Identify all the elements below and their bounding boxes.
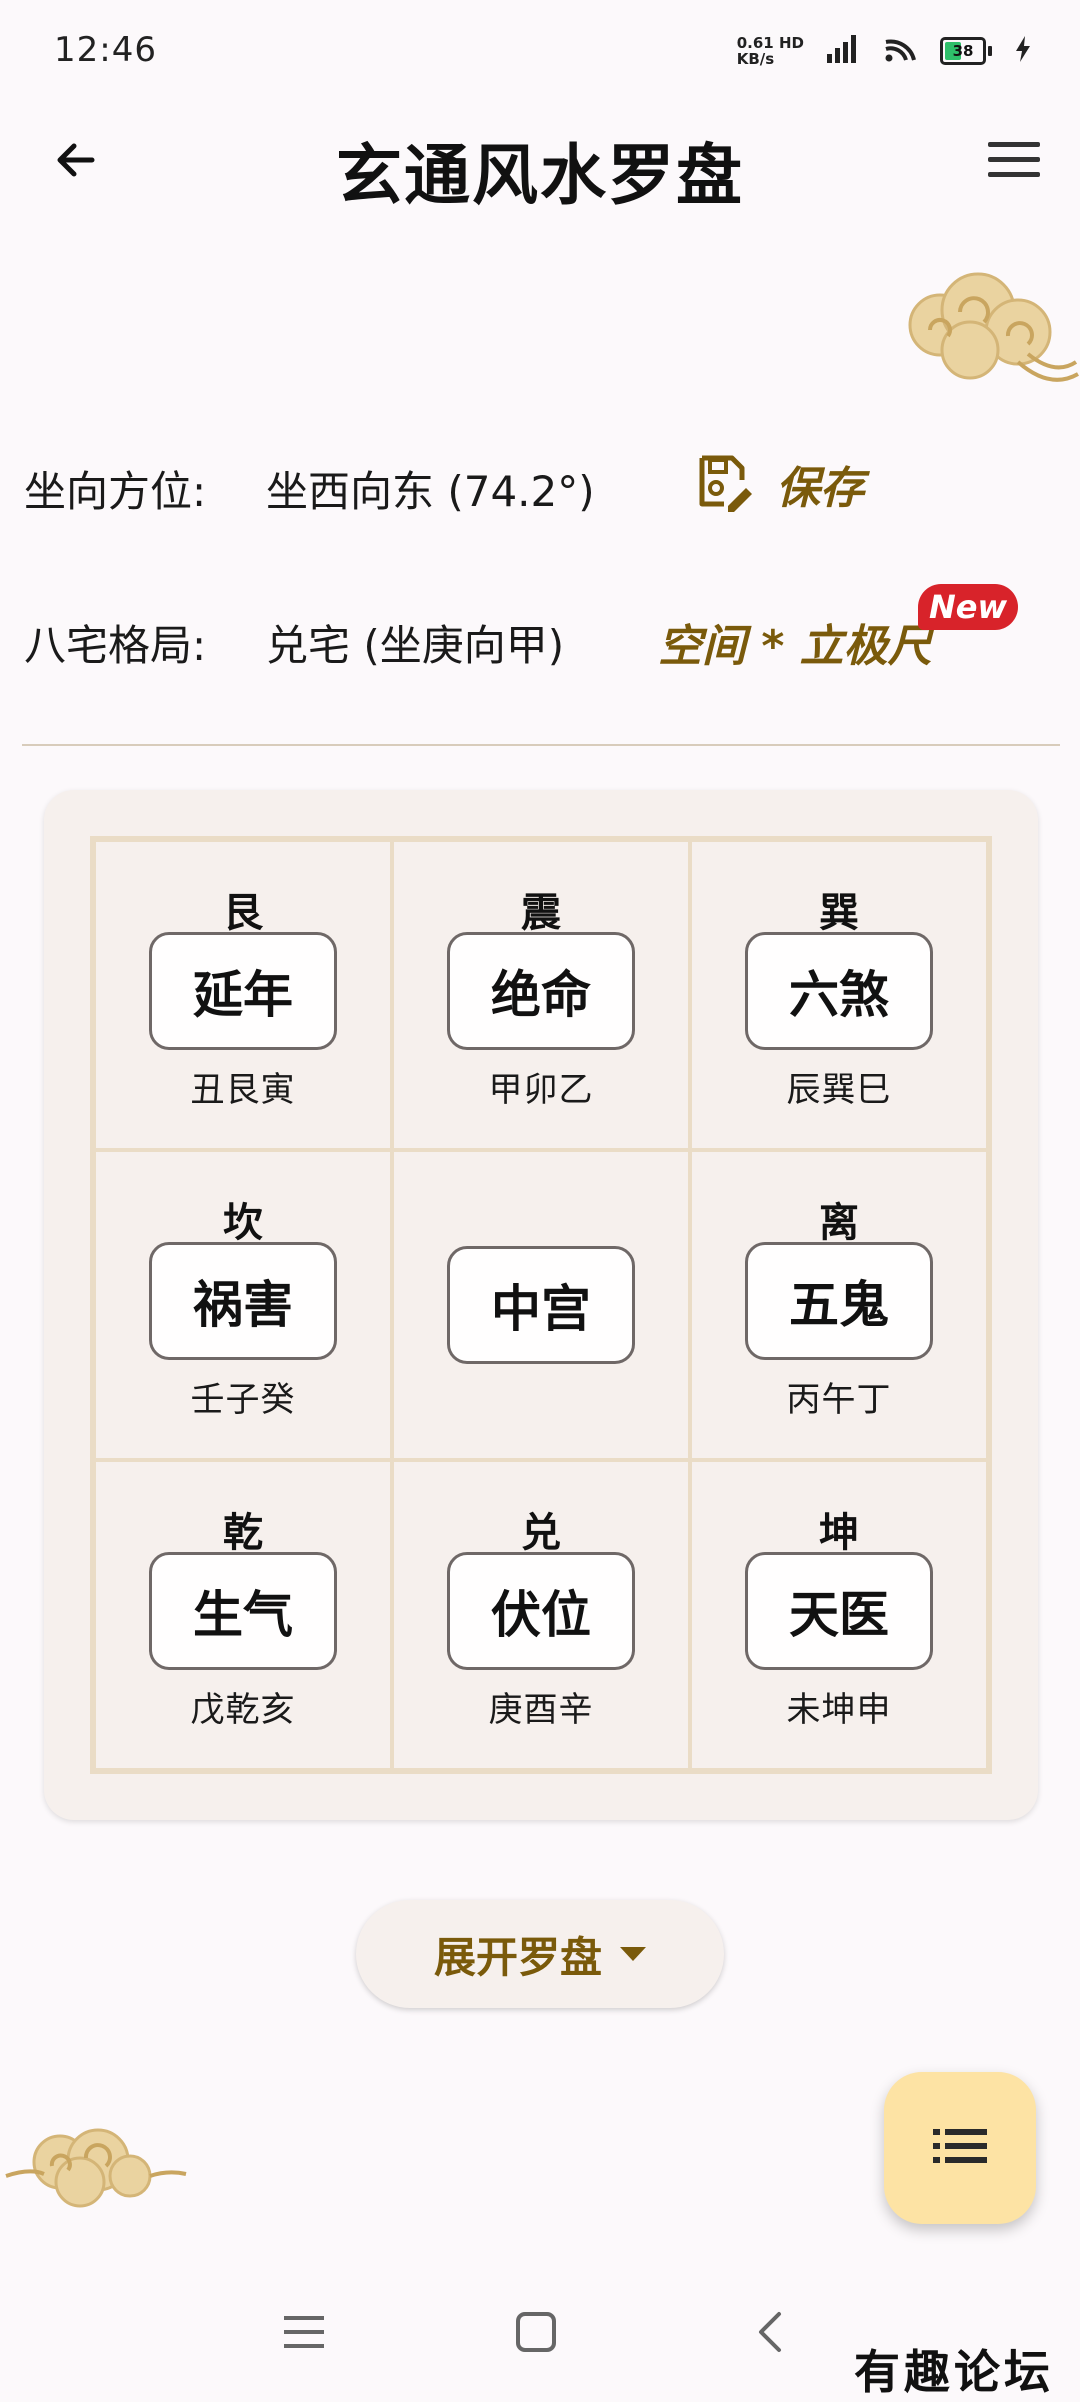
mountains-label: 丙午丁	[786, 1380, 892, 1420]
recents-button[interactable]	[244, 2268, 364, 2400]
trigram-label: 兑	[521, 1510, 561, 1556]
orientation-value: 坐西向东 (74.2°)	[266, 467, 595, 516]
trigram-label: 艮	[223, 890, 263, 936]
star-box[interactable]: 祸害	[149, 1242, 337, 1360]
grid-cell-zhen: 震 绝命 甲卯乙	[392, 840, 690, 1150]
mountains-label: 壬子癸	[190, 1380, 296, 1420]
net-type: HD	[778, 34, 804, 52]
star-box[interactable]: 生气	[149, 1552, 337, 1670]
grid-cell-kun: 坤 天医 未坤申	[690, 1460, 988, 1770]
star-box[interactable]: 延年	[149, 932, 337, 1050]
new-badge: New	[918, 584, 1018, 630]
mountains-label: 庚酉辛	[488, 1690, 594, 1730]
grid-cell-dui: 兑 伏位 庚酉辛	[392, 1460, 690, 1770]
mountains-label: 辰巽巳	[786, 1070, 892, 1110]
house-label: 八宅格局:	[24, 621, 207, 670]
save-button[interactable]: 保存	[694, 452, 864, 516]
caret-down-icon	[620, 1947, 646, 1961]
cloud-decoration-icon	[900, 270, 1080, 404]
center-palace-box[interactable]: 中宫	[447, 1246, 635, 1364]
trigram-label: 震	[521, 890, 561, 936]
recents-icon	[282, 2312, 326, 2356]
save-label: 保存	[776, 463, 864, 514]
signal-icon	[826, 34, 860, 68]
star-box[interactable]: 六煞	[745, 932, 933, 1050]
back-icon	[755, 2310, 785, 2358]
expand-compass-button[interactable]: 展开罗盘	[356, 1900, 724, 2008]
trigram-label: 乾	[223, 1510, 263, 1556]
status-time: 12:46	[54, 30, 157, 70]
house-value: 兑宅 (坐庚向甲)	[266, 621, 565, 670]
bagua-grid: 艮 延年 丑艮寅 震 绝命 甲卯乙 巽 六煞 辰巽巳 坎 祸害 壬子癸 中宫 离…	[90, 836, 992, 1774]
orientation-label: 坐向方位:	[24, 467, 207, 516]
net-speed-unit: KB/s	[736, 50, 775, 68]
mountains-label: 戊乾亥	[190, 1690, 296, 1730]
list-fab-button[interactable]	[884, 2072, 1036, 2224]
grid-cell-kan: 坎 祸害 壬子癸	[94, 1150, 392, 1460]
star-box[interactable]: 绝命	[447, 932, 635, 1050]
grid-cell-xun: 巽 六煞 辰巽巳	[690, 840, 988, 1150]
battery-icon: 38	[940, 37, 992, 65]
home-icon	[515, 2311, 557, 2357]
grid-cell-li: 离 五鬼 丙午丁	[690, 1150, 988, 1460]
status-icons: 0.61 HD KB/s 38	[737, 28, 1032, 74]
grid-cell-gen: 艮 延年 丑艮寅	[94, 840, 392, 1150]
network-speed: 0.61 HD KB/s	[737, 35, 804, 67]
grid-cell-qian: 乾 生气 戊乾亥	[94, 1460, 392, 1770]
status-bar: 12:46 0.61 HD KB/s 38	[0, 0, 1080, 100]
trigram-label: 离	[819, 1200, 859, 1246]
space-ruler-link[interactable]: 空间 * 立极尺	[658, 610, 932, 674]
app-bar: 玄通风水罗盘	[0, 100, 1080, 224]
mountains-label: 丑艮寅	[190, 1070, 296, 1110]
star-box[interactable]: 五鬼	[745, 1242, 933, 1360]
page-title: 玄通风水罗盘	[336, 137, 744, 214]
charging-icon	[1014, 35, 1032, 67]
cloud-decoration-icon	[0, 2110, 190, 2224]
star-box[interactable]: 伏位	[447, 1552, 635, 1670]
hamburger-menu-icon	[988, 140, 1040, 184]
battery-level: 38	[952, 42, 974, 60]
home-button[interactable]	[476, 2268, 596, 2400]
divider	[22, 744, 1060, 746]
expand-compass-label: 展开罗盘	[433, 1932, 602, 1982]
trigram-label: 坤	[819, 1510, 859, 1556]
star-box[interactable]: 天医	[745, 1552, 933, 1670]
save-edit-icon	[694, 452, 754, 516]
bagua-card: 艮 延年 丑艮寅 震 绝命 甲卯乙 巽 六煞 辰巽巳 坎 祸害 壬子癸 中宫 离…	[44, 790, 1038, 1820]
mountains-label: 甲卯乙	[488, 1070, 594, 1110]
trigram-label: 坎	[223, 1200, 263, 1246]
trigram-label: 巽	[819, 890, 859, 936]
grid-cell-center: 中宫	[392, 1150, 690, 1460]
system-back-button[interactable]	[710, 2268, 830, 2400]
watermark: 有趣论坛	[854, 2345, 1054, 2399]
mountains-label: 未坤申	[786, 1690, 892, 1730]
menu-button[interactable]	[978, 126, 1050, 198]
list-icon	[933, 2126, 987, 2170]
wifi-icon	[882, 34, 918, 68]
